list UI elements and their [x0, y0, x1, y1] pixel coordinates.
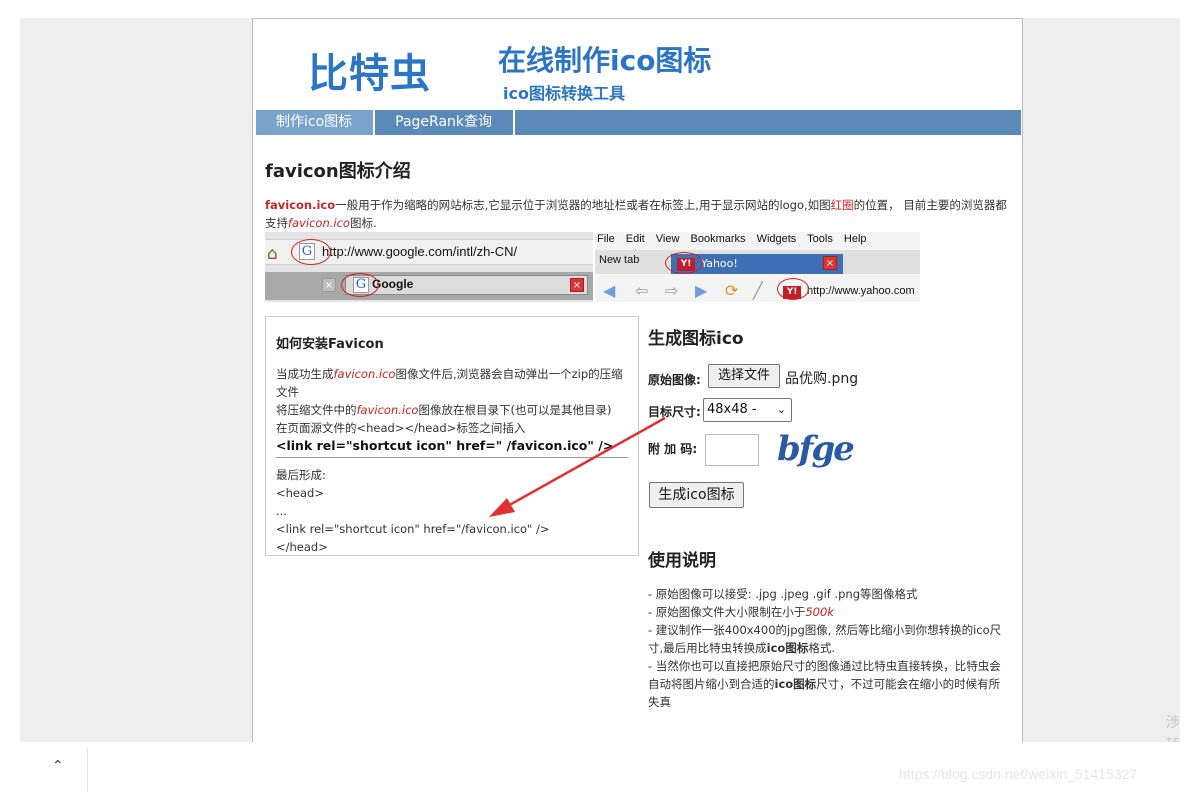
image-label: 原始图像: — [648, 373, 701, 387]
red-circle-marker — [341, 273, 379, 297]
close-icon: × — [823, 256, 837, 270]
browser-example-image: ⌂ G http://www.google.com/intl/zh-CN/ × … — [265, 232, 920, 302]
intro-italic: favicon.ico — [288, 216, 350, 230]
bottom-bar: ⌃ https://blog.csdn.net/weixin_51415327 — [0, 742, 1202, 792]
chevron-up-icon[interactable]: ⌃ — [52, 758, 64, 774]
red-circle-marker — [777, 278, 809, 300]
menu-bar: File Edit View Bookmarks Widgets Tools H… — [597, 233, 867, 245]
main-nav: 制作ico图标 PageRank查询 — [256, 110, 1021, 135]
example-url: http://www.yahoo.com — [807, 285, 915, 297]
red-circle-marker — [665, 252, 703, 274]
browser-left-example: ⌂ G http://www.google.com/intl/zh-CN/ × … — [265, 232, 593, 302]
install-filename: favicon.ico — [356, 403, 419, 417]
usage-limit: 500k — [805, 605, 834, 619]
captcha-image[interactable]: bfge — [777, 429, 855, 469]
pen-icon: ╱ — [753, 281, 763, 300]
close-icon: × — [570, 278, 584, 292]
tab-title: Yahoo! — [701, 257, 738, 270]
install-text: 当成功生成 — [276, 367, 334, 381]
back-icon: ◀ — [603, 281, 616, 300]
choose-file-button[interactable]: 选择文件 — [708, 364, 780, 388]
nav-item-pagerank[interactable]: PageRank查询 — [375, 110, 516, 135]
address-bar: ⌂ G http://www.google.com/intl/zh-CN/ — [265, 239, 593, 265]
watermark-url: https://blog.csdn.net/weixin_51415327 — [899, 766, 1138, 782]
usage-bold: ico图标 — [774, 677, 817, 691]
usage-item: - 建议制作一张400x400的jpg图像, 然后等比缩小到你想转换的ico尺寸… — [648, 621, 1003, 657]
intro-lead: favicon.ico — [265, 198, 336, 212]
code-line: </head> — [276, 540, 328, 554]
usage-item: - 原始图像可以接受: .jpg .jpeg .gif .png等图像格式 — [648, 587, 918, 601]
usage-list: - 原始图像可以接受: .jpg .jpeg .gif .png等图像格式 - … — [648, 585, 1003, 711]
intro-red-word: 红圈 — [830, 198, 854, 212]
site-logo[interactable]: 比特虫 — [308, 41, 431, 99]
divider — [87, 748, 88, 792]
google-tab: G Google × — [345, 275, 588, 295]
captcha-input[interactable] — [705, 434, 759, 466]
home-icon: ⌂ — [267, 244, 278, 264]
size-value: 48x48 - — [707, 402, 757, 417]
site-title: 在线制作ico图标 — [498, 44, 712, 77]
annotation-arrow — [489, 416, 666, 517]
red-circle-marker — [291, 239, 331, 265]
install-heading: 如何安装Favicon — [276, 337, 384, 352]
intro-text-1: 一般用于作为缩略的网站标志,它显示位于浏览器的地址栏或者在标签上,用于显示网站的… — [335, 198, 831, 212]
fast-forward-icon: ▶ — [695, 281, 708, 300]
nav-item-make-ico[interactable]: 制作ico图标 — [256, 110, 376, 135]
new-tab-label: New tab — [599, 254, 640, 266]
tab-strip: × G Google × — [265, 272, 593, 300]
chevron-down-icon: ⌄ — [776, 403, 786, 416]
back-arrow-icon: ⇦ — [635, 281, 649, 300]
browser-right-example: File Edit View Bookmarks Widgets Tools H… — [595, 232, 920, 302]
chosen-file-name: 品优购.png — [785, 371, 859, 387]
intro-heading: favicon图标介绍 — [265, 161, 411, 182]
site-subtitle: ico图标转换工具 — [503, 84, 625, 103]
usage-text: 格式. — [808, 641, 835, 655]
usage-item: - 当然你也可以直接把原始尺寸的图像通过比特虫直接转换，比特虫会自动将图片缩小到… — [648, 657, 1003, 711]
tab-strip: New tab Y! Yahoo! × — [595, 250, 920, 274]
intro-text-3: 图标. — [349, 216, 377, 230]
usage-text: - 原始图像文件大小限制在小于 — [648, 605, 806, 619]
reload-icon: ⟳ — [725, 281, 739, 300]
usage-item: - 原始图像文件大小限制在小于500k — [648, 603, 1003, 621]
example-url: http://www.google.com/intl/zh-CN/ — [322, 244, 518, 259]
generator-heading: 生成图标ico — [648, 329, 744, 349]
forward-arrow-icon: ⇨ — [665, 281, 679, 300]
webpage-screenshot: 比特虫 在线制作ico图标 ico图标转换工具 制作ico图标 PageRank… — [252, 18, 1023, 744]
toolbar: ◀ ⇦ ⇨ ▶ ⟳ ╱ Y! http://www.yahoo.com — [595, 278, 920, 302]
size-select[interactable]: 48x48 - ⌄ — [703, 398, 792, 422]
intro-paragraph: favicon.ico一般用于作为缩略的网站标志,它显示位于浏览器的地址栏或者在… — [265, 196, 1015, 232]
install-text: 将压缩文件中的 — [276, 403, 357, 417]
close-icon: × — [322, 278, 336, 292]
usage-bold: ico图标 — [766, 641, 809, 655]
install-filename: favicon.ico — [333, 367, 396, 381]
usage-heading: 使用说明 — [648, 551, 716, 571]
